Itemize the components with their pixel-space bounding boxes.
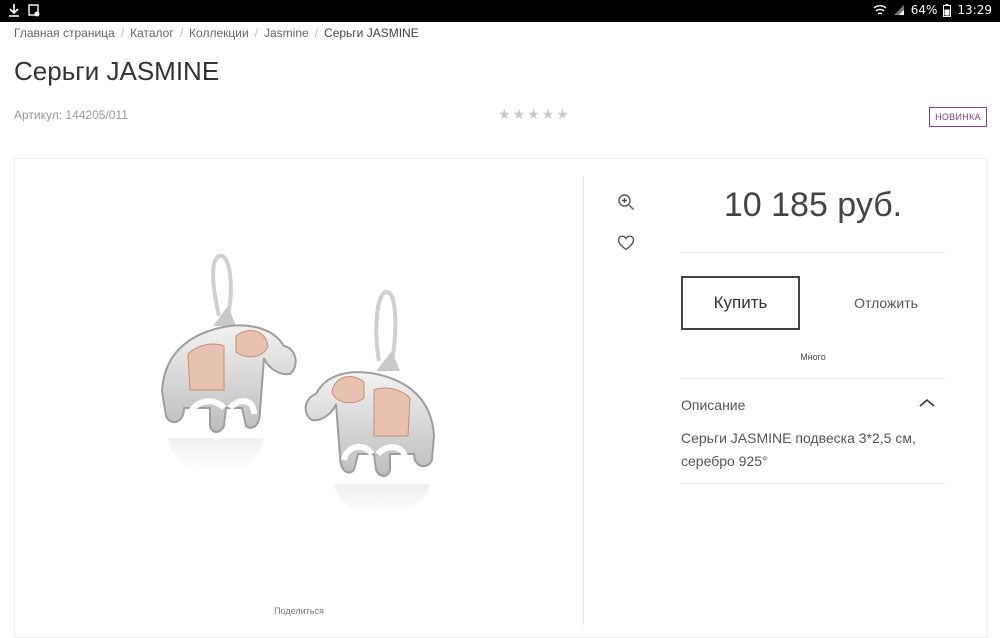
- star-icon[interactable]: ★: [556, 107, 569, 121]
- divider: [681, 252, 945, 253]
- star-icon[interactable]: ★: [542, 107, 555, 121]
- breadcrumb-separator: /: [314, 26, 319, 40]
- breadcrumb-separator: /: [179, 26, 184, 40]
- breadcrumb-catalog[interactable]: Каталог: [130, 26, 174, 40]
- screenshot-icon: [28, 4, 40, 17]
- breadcrumb-separator: /: [254, 26, 258, 40]
- defer-button[interactable]: Отложить: [830, 295, 942, 311]
- battery-percent: 64%: [910, 3, 938, 17]
- breadcrumb-current: Серьги JASMINE: [324, 26, 419, 40]
- clock: 13:29: [957, 3, 992, 17]
- signal-icon: [893, 5, 904, 15]
- star-icon[interactable]: ★: [527, 107, 540, 121]
- breadcrumb-home[interactable]: Главная страница: [14, 26, 115, 40]
- share-link[interactable]: Поделиться: [14, 606, 584, 616]
- stock-status: Много: [800, 352, 826, 362]
- divider: [681, 483, 945, 484]
- wifi-icon: [873, 5, 887, 15]
- price: 10 185 руб.: [723, 186, 903, 224]
- divider: [681, 378, 945, 379]
- product-image-area[interactable]: Поделиться: [14, 176, 584, 625]
- article-number: Артикул: 144205/011: [14, 108, 128, 122]
- earrings-image[interactable]: [14, 176, 584, 596]
- heart-icon[interactable]: [617, 234, 635, 252]
- description-text: Серьги JASMINE подвеска 3*2,5 см, серебр…: [681, 430, 916, 469]
- rating-stars[interactable]: ★ ★ ★ ★ ★: [498, 107, 569, 121]
- right-earring: [304, 290, 436, 516]
- breadcrumb-jasmine[interactable]: Jasmine: [264, 26, 309, 40]
- left-earring: [160, 254, 297, 474]
- zoom-icon[interactable]: [617, 193, 635, 211]
- download-icon: [9, 4, 19, 17]
- chevron-up-icon[interactable]: [918, 396, 936, 410]
- buy-button[interactable]: Купить: [681, 276, 800, 330]
- description-toggle[interactable]: Описание: [681, 397, 745, 413]
- breadcrumb: Главная страница / Каталог / Коллекции /…: [14, 26, 419, 40]
- breadcrumb-separator: /: [120, 26, 125, 40]
- star-icon[interactable]: ★: [513, 107, 526, 121]
- battery-icon: [943, 3, 952, 17]
- star-icon[interactable]: ★: [498, 107, 511, 121]
- new-badge: НОВИНКА: [929, 107, 987, 127]
- page-title: Серьги JASMINE: [14, 56, 220, 86]
- breadcrumb-collections[interactable]: Коллекции: [189, 26, 249, 40]
- status-bar: 64% 13:29: [0, 0, 1000, 22]
